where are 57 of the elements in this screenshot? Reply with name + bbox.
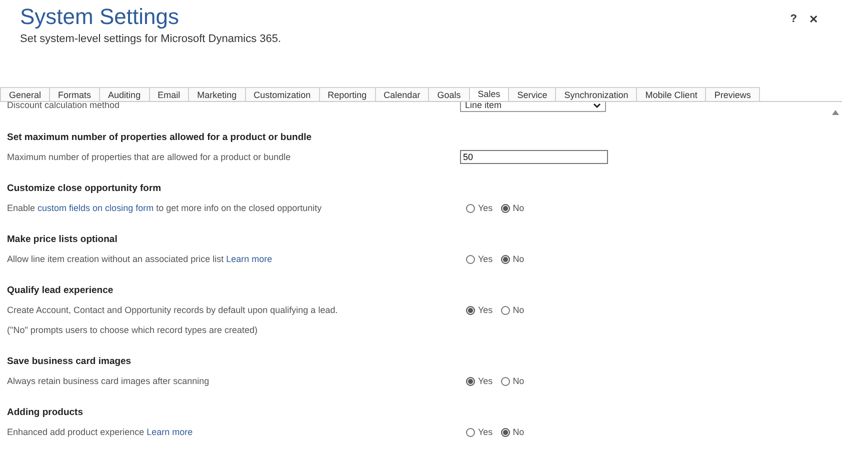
- help-button[interactable]: ?: [790, 12, 797, 26]
- tab[interactable]: Auditing: [99, 87, 150, 101]
- tab[interactable]: Synchronization: [555, 87, 638, 101]
- setting-description: Allow line item creation without an associated price list Learn more: [7, 254, 274, 264]
- radio-label: No: [512, 376, 524, 386]
- link[interactable]: Learn more: [226, 254, 272, 264]
- radio-label: Yes: [478, 305, 493, 315]
- tab[interactable]: Formats: [49, 87, 100, 101]
- radio-label: Yes: [478, 376, 493, 386]
- setting-description: ("No" prompts users to choose which record types are created): [7, 325, 258, 335]
- setting-description: Always retain business card images after scanning: [7, 376, 210, 386]
- radio-button[interactable]: [466, 306, 475, 314]
- setting-description: Maximum number of properties that are allowed for a product or bundle: [7, 152, 292, 162]
- section-heading: Set maximum number of properties allowed for a product or bundle: [7, 130, 313, 144]
- section-heading: Adding products: [7, 406, 84, 420]
- tab[interactable]: Customization: [244, 87, 320, 101]
- link[interactable]: Learn more: [146, 427, 193, 437]
- radio-label: No: [512, 254, 524, 264]
- radio-label: No: [512, 203, 524, 213]
- tab[interactable]: Goals: [428, 87, 470, 101]
- section-heading: Make price lists optional: [7, 232, 118, 246]
- tab[interactable]: Reporting: [318, 87, 376, 101]
- radio-button[interactable]: [500, 376, 510, 386]
- tab[interactable]: Service: [508, 87, 556, 101]
- tab[interactable]: Calendar: [374, 87, 430, 101]
- radio-button[interactable]: [466, 254, 475, 264]
- tab[interactable]: Mobile Client: [636, 87, 706, 101]
- chevron-down-icon: [593, 102, 601, 108]
- radio-button[interactable]: [466, 376, 475, 386]
- setting-description: Enable custom fields on closing form to get more info on the closed opportunity: [7, 203, 323, 213]
- radio-label: No: [512, 427, 524, 437]
- radio-button[interactable]: [500, 306, 510, 314]
- tab[interactable]: Email: [148, 87, 190, 101]
- radio-label: Yes: [478, 203, 493, 213]
- input-field[interactable]: 50: [460, 150, 608, 164]
- page-title: System Settings: [20, 4, 180, 30]
- radio-button[interactable]: [500, 254, 510, 264]
- setting-description: Create Account, Contact and Opportunity records by default upon qualifying a lead.: [7, 305, 339, 315]
- radio-button[interactable]: [500, 428, 510, 436]
- radio-button[interactable]: [466, 204, 475, 212]
- link[interactable]: custom fields on closing form: [38, 203, 154, 213]
- setting-description: Enhanced add product experience Learn more: [7, 427, 194, 437]
- tab[interactable]: Marketing: [188, 87, 246, 101]
- tab[interactable]: Sales: [468, 87, 510, 101]
- radio-label: No: [512, 305, 524, 315]
- close-button[interactable]: ✕: [809, 12, 818, 26]
- page-subtitle: Set system-level settings for Microsoft Dynamics 365.: [20, 33, 282, 45]
- radio-button[interactable]: [466, 428, 475, 436]
- section-heading: Customize close opportunity form: [7, 182, 162, 196]
- section-heading: Qualify lead experience: [7, 284, 114, 298]
- radio-label: Yes: [478, 427, 493, 437]
- tab[interactable]: Previews: [705, 87, 760, 101]
- scroll-up-icon[interactable]: [832, 110, 838, 115]
- radio-label: Yes: [478, 254, 493, 264]
- radio-button[interactable]: [500, 204, 510, 212]
- section-heading: Save business card images: [7, 354, 132, 368]
- tab[interactable]: General: [0, 87, 50, 101]
